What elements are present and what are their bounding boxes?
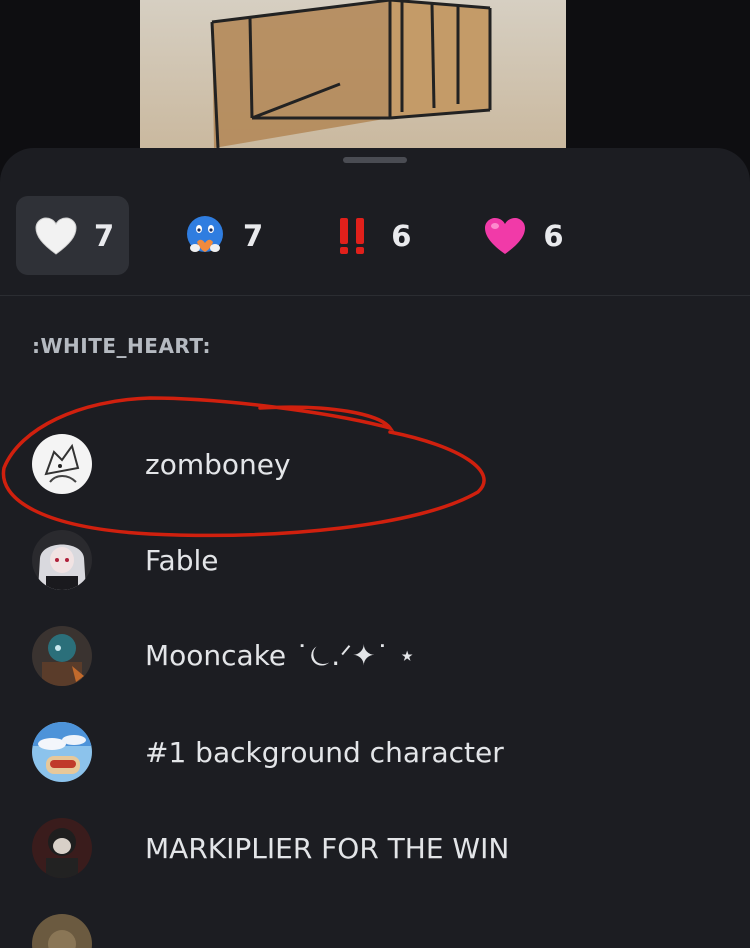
box-sketch-image: [210, 0, 492, 149]
list-item[interactable]: Mooncake ˙⏾.ᐟ✦˙ ⋆: [0, 608, 750, 704]
list-item[interactable]: zomboney: [0, 416, 750, 512]
reaction-tab-white-heart[interactable]: 7: [16, 196, 129, 275]
username: Mooncake ˙⏾.ᐟ✦˙ ⋆: [145, 639, 416, 672]
list-item[interactable]: #1 background character: [0, 704, 750, 800]
message-image[interactable]: [140, 0, 566, 160]
reaction-count: 6: [391, 218, 412, 253]
double-exclamation-icon: [331, 214, 375, 258]
sheet-drag-handle[interactable]: [343, 157, 407, 163]
list-item[interactable]: MARKIPLIER FOR THE WIN: [0, 800, 750, 896]
pink-heart-icon: [483, 214, 527, 258]
username: zomboney: [145, 447, 291, 481]
reaction-count: 7: [243, 218, 264, 253]
reaction-count: 7: [94, 218, 115, 253]
reaction-tab-blue-face[interactable]: 7: [165, 196, 279, 275]
username: Fable: [145, 543, 219, 577]
username: #1 background character: [145, 735, 504, 769]
avatar: [32, 626, 92, 686]
reaction-tabs: 7 7 6 6: [16, 196, 736, 275]
list-item[interactable]: [0, 896, 750, 948]
avatar: [32, 530, 92, 590]
avatar: [32, 722, 92, 782]
avatar: [32, 434, 92, 494]
reaction-section-title: :WHITE_HEART:: [32, 334, 211, 358]
reactions-sheet: 7 7 6 6:WHITE_HEART: zomboney Fable Moo…: [0, 148, 750, 948]
reaction-count: 6: [543, 218, 564, 253]
white-heart-icon: [34, 214, 78, 258]
avatar: [32, 914, 92, 948]
reaction-tab-double-exclamation[interactable]: 6: [313, 196, 427, 275]
username: MARKIPLIER FOR THE WIN: [145, 831, 510, 865]
reaction-tab-pink-heart[interactable]: 6: [465, 196, 579, 275]
blue-face-holding-heart-icon: [183, 214, 227, 258]
user-list: zomboney Fable Mooncake ˙⏾.ᐟ✦˙ ⋆ #1 back…: [0, 416, 750, 948]
divider: [0, 295, 750, 296]
avatar: [32, 818, 92, 878]
list-item[interactable]: Fable: [0, 512, 750, 608]
